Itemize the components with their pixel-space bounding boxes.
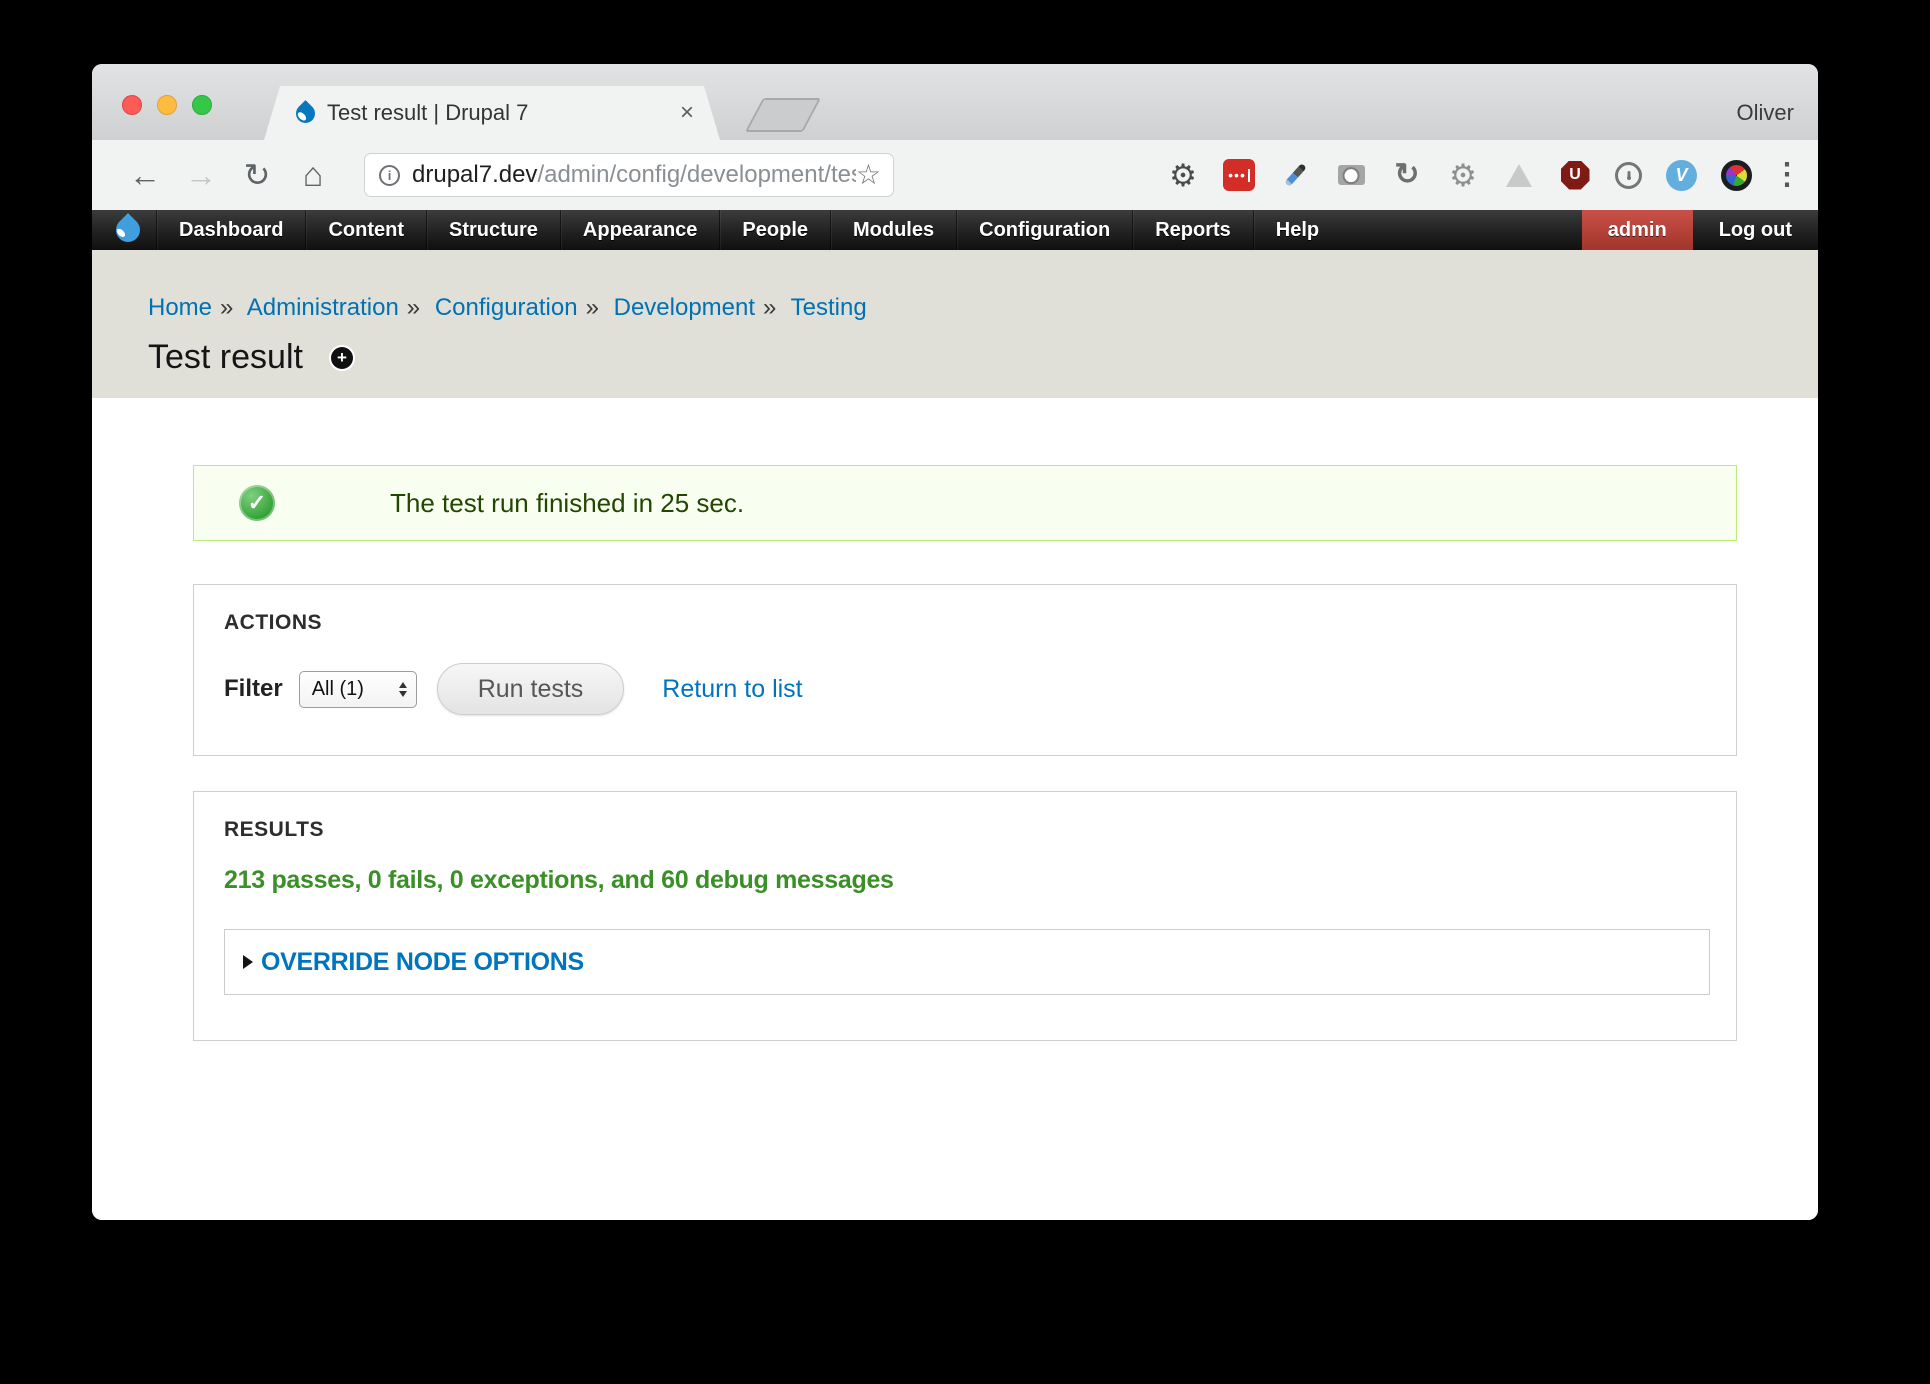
results-summary: 213 passes, 0 fails, 0 exceptions, and 6… xyxy=(224,866,1710,895)
page-title: Test result xyxy=(148,338,303,377)
breadcrumb-item: Home » xyxy=(148,294,241,321)
drupal-menu-item[interactable]: People xyxy=(719,210,830,250)
zoom-window-button[interactable] xyxy=(192,95,212,115)
breadcrumb-separator: » xyxy=(763,294,776,321)
color-picker-icon[interactable] xyxy=(1279,159,1311,191)
override-node-options-fieldset[interactable]: OVERRIDE NODE OPTIONS xyxy=(224,929,1710,995)
drupal-menu-item[interactable]: Help xyxy=(1253,210,1341,250)
select-stepper-icon xyxy=(399,678,407,701)
drupal-home-link[interactable] xyxy=(92,210,156,250)
return-to-list-link[interactable]: Return to list xyxy=(662,675,802,704)
drupal-menu-item[interactable]: Structure xyxy=(426,210,560,250)
ublock-origin-icon[interactable] xyxy=(1559,159,1591,191)
status-message: The test run finished in 25 sec. xyxy=(193,465,1737,541)
drupal-menu-item[interactable]: Dashboard xyxy=(156,210,305,250)
results-heading: RESULTS xyxy=(224,818,1710,842)
breadcrumb-item: Administration » xyxy=(247,294,428,321)
page-header-region: Home » Administration » Configuration » Dev… xyxy=(92,250,1818,398)
run-tests-button[interactable]: Run tests xyxy=(437,663,625,715)
breadcrumb-item: Testing» xyxy=(791,294,867,321)
breadcrumb-link[interactable]: Development xyxy=(614,294,755,321)
page-title-row: Test result xyxy=(148,338,1818,377)
url-domain: drupal7.dev xyxy=(412,161,537,188)
gray-gear-icon[interactable] xyxy=(1447,159,1479,191)
key-ring-icon[interactable] xyxy=(1615,162,1642,189)
minimize-window-button[interactable] xyxy=(157,95,177,115)
drupal-user-menu: admin Log out xyxy=(1582,210,1818,250)
breadcrumb-item: Configuration » xyxy=(435,294,607,321)
breadcrumb-separator: » xyxy=(586,294,599,321)
camera-icon[interactable] xyxy=(1335,159,1367,191)
breadcrumb-link[interactable]: Administration xyxy=(247,294,399,321)
drupal-admin-menu: Dashboard Content Structure Appearance P… xyxy=(156,210,1341,250)
breadcrumb-item: Development » xyxy=(614,294,785,321)
bookmark-star-icon[interactable]: ☆ xyxy=(856,161,881,189)
vanilla-v-icon[interactable] xyxy=(1666,160,1697,191)
drupal-menu-item[interactable]: Content xyxy=(305,210,426,250)
drupal-favicon-icon xyxy=(292,100,319,127)
add-shortcut-icon[interactable] xyxy=(331,347,353,369)
breadcrumb: Home » Administration » Configuration » Dev… xyxy=(148,294,1818,322)
breadcrumb-link[interactable]: Configuration xyxy=(435,294,578,321)
filter-label: Filter xyxy=(224,675,283,703)
window-controls xyxy=(122,95,212,115)
settings-gear-icon[interactable] xyxy=(1167,159,1199,191)
results-panel: RESULTS 213 passes, 0 fails, 0 exception… xyxy=(193,791,1737,1041)
extensions-bar xyxy=(1167,159,1752,191)
breadcrumb-separator: » xyxy=(220,294,233,321)
breadcrumb-link[interactable]: Home xyxy=(148,294,212,321)
override-node-options-link[interactable]: OVERRIDE NODE OPTIONS xyxy=(261,948,584,977)
drupal-menu-item[interactable]: Reports xyxy=(1132,210,1253,250)
reload-icon[interactable]: ↻ xyxy=(238,159,276,191)
browser-window: Test result | Drupal 7 × Oliver ← → ↻ ⌂ … xyxy=(92,64,1818,1220)
browser-profile-name[interactable]: Oliver xyxy=(1737,100,1794,126)
admin-user-link[interactable]: admin xyxy=(1582,210,1693,250)
address-bar[interactable]: drupal7.dev/admin/config/development/tes… xyxy=(364,153,894,197)
actions-heading: ACTIONS xyxy=(224,611,1736,635)
status-message-text: The test run finished in 25 sec. xyxy=(390,488,744,519)
browser-tab[interactable]: Test result | Drupal 7 × xyxy=(264,86,720,140)
new-tab-button[interactable] xyxy=(745,98,821,132)
lastpass-icon[interactable] xyxy=(1223,159,1255,191)
filter-select-value: All (1) xyxy=(312,678,364,701)
success-check-icon xyxy=(239,485,275,521)
filter-select[interactable]: All (1) xyxy=(299,671,417,708)
camera-lens-icon[interactable] xyxy=(1721,160,1752,191)
desktop-background: Test result | Drupal 7 × Oliver ← → ↻ ⌂ … xyxy=(0,0,1930,1384)
drive-icon[interactable] xyxy=(1503,159,1535,191)
home-icon[interactable]: ⌂ xyxy=(294,158,332,192)
info-circle-icon[interactable] xyxy=(379,165,400,186)
collapsed-arrow-icon xyxy=(243,955,253,969)
breadcrumb-separator: » xyxy=(407,294,420,321)
drupal-logo-icon xyxy=(111,213,145,247)
actions-row: Filter All (1) Run tests Return to list xyxy=(224,663,1736,715)
back-icon[interactable]: ← xyxy=(126,159,164,191)
drupal-menu-item[interactable]: Appearance xyxy=(560,210,720,250)
drupal-menu-item[interactable]: Configuration xyxy=(956,210,1132,250)
tab-title: Test result | Drupal 7 xyxy=(327,100,680,126)
breadcrumb-link[interactable]: Testing xyxy=(791,294,867,321)
url-path: /admin/config/development/testing/r... xyxy=(537,161,855,188)
drupal-admin-toolbar: Dashboard Content Structure Appearance P… xyxy=(92,210,1818,250)
logout-link[interactable]: Log out xyxy=(1693,210,1818,250)
tab-close-icon[interactable]: × xyxy=(680,101,694,125)
forward-icon[interactable]: → xyxy=(182,159,220,191)
browser-titlebar: Test result | Drupal 7 × Oliver xyxy=(92,64,1818,140)
drupal-menu-item[interactable]: Modules xyxy=(830,210,956,250)
url-text[interactable]: drupal7.dev/admin/config/development/tes… xyxy=(412,161,856,189)
close-window-button[interactable] xyxy=(122,95,142,115)
browser-toolbar: ← → ↻ ⌂ drupal7.dev/admin/config/develop… xyxy=(92,140,1818,210)
actions-panel: ACTIONS Filter All (1) Run tests Return … xyxy=(193,584,1737,756)
main-content: The test run finished in 25 sec. ACTIONS… xyxy=(92,398,1818,1220)
tab-reloader-icon[interactable] xyxy=(1391,159,1423,191)
browser-menu-icon[interactable] xyxy=(1772,160,1796,190)
